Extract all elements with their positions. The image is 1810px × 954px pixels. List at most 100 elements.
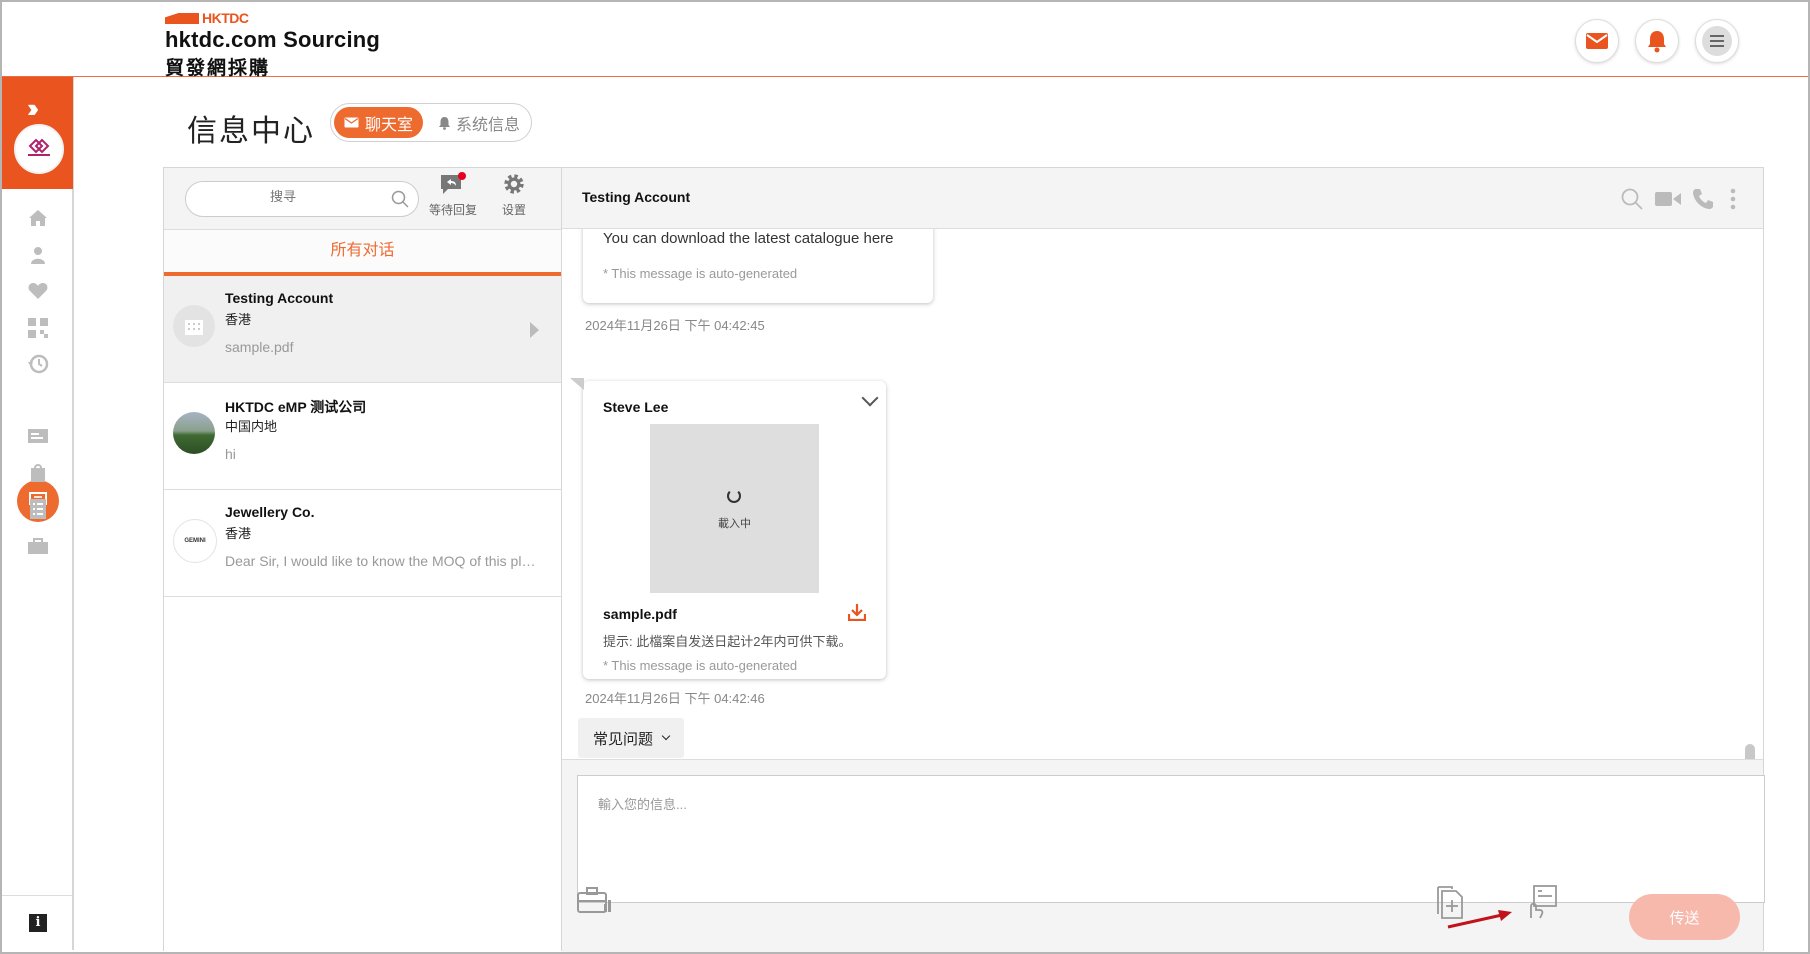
- info-icon: i: [29, 914, 47, 932]
- conversation-location: 中国内地: [225, 419, 278, 434]
- message-composer: 传送: [562, 759, 1765, 952]
- pending-reply-button[interactable]: 等待回复: [425, 172, 481, 228]
- card-icon[interactable]: [27, 425, 49, 447]
- notification-button[interactable]: [1635, 19, 1679, 63]
- message-input[interactable]: [577, 775, 1765, 903]
- message-scrollbar[interactable]: [1745, 237, 1755, 759]
- gear-icon: [504, 174, 524, 194]
- avatar: [173, 305, 215, 347]
- annotation-arrow-icon: [1447, 910, 1512, 929]
- conversation-item[interactable]: GEMINI Jewellery Co. 香港 Dear Sir, I woul…: [164, 490, 561, 597]
- conversation-name: HKTDC eMP 测试公司: [225, 399, 367, 415]
- menu-button[interactable]: [1695, 19, 1739, 63]
- message-timestamp: 2024年11月26日 下午 04:42:45: [585, 318, 765, 333]
- auto-generated-note: * This message is auto-generated: [603, 658, 798, 673]
- tab-system-messages-label: 系统信息: [455, 116, 520, 134]
- video-camera-icon[interactable]: [1655, 191, 1681, 207]
- search-icon[interactable]: [391, 190, 409, 208]
- chevron-down-icon: [661, 731, 671, 741]
- file-message-bubble: Steve Lee 載入中 sample.pdf 提示: 此檔案自发送日起计2年…: [570, 378, 886, 679]
- file-name[interactable]: sample.pdf: [603, 606, 677, 622]
- message-sender: Steve Lee: [603, 399, 669, 415]
- conversation-preview: sample.pdf: [225, 339, 294, 355]
- settings-button[interactable]: 设置: [486, 172, 542, 228]
- message-type-toggle: 聊天室 系统信息: [330, 103, 532, 142]
- top-header: HKTDC hktdc.com Sourcing 貿發網採購: [2, 2, 1808, 80]
- company-avatar[interactable]: [14, 124, 64, 174]
- bell-icon: [438, 116, 450, 130]
- message-bubble: You can download the latest catalogue he…: [583, 229, 933, 303]
- loading-spinner-icon: [727, 489, 741, 503]
- sidebar-header: ›››: [2, 77, 73, 189]
- pending-reply-label: 等待回复: [428, 203, 477, 217]
- search-input[interactable]: [196, 188, 370, 205]
- sign-document-icon[interactable]: [1528, 884, 1558, 920]
- message-timestamp: 2024年11月26日 下午 04:42:46: [585, 691, 765, 706]
- conversation-toolbar: 等待回复 设置: [164, 168, 561, 230]
- left-sidebar: ››› i: [2, 77, 74, 950]
- logo-title: hktdc.com Sourcing: [165, 27, 381, 52]
- chevron-down-icon[interactable]: [861, 389, 879, 407]
- chat-title: Testing Account: [582, 189, 691, 205]
- hktdc-logo[interactable]: HKTDC hktdc.com Sourcing 貿發網採購: [165, 10, 380, 80]
- avatar: [173, 412, 215, 454]
- auto-generated-note: * This message is auto-generated: [603, 266, 798, 281]
- conversation-item[interactable]: HKTDC eMP 测试公司 中国内地 hi: [164, 383, 561, 490]
- phone-icon[interactable]: [1692, 188, 1714, 210]
- home-icon[interactable]: [27, 207, 49, 229]
- bell-icon: [1648, 31, 1666, 53]
- search-icon[interactable]: [1621, 188, 1643, 210]
- logo-small-text: HKTDC: [202, 10, 249, 26]
- tab-all-conversations[interactable]: 所有对话: [164, 230, 561, 276]
- conversation-location: 香港: [225, 526, 252, 541]
- file-preview[interactable]: 載入中: [650, 424, 819, 593]
- conversation-preview: Dear Sir, I would like to know the MOQ o…: [225, 553, 543, 569]
- file-retention-hint: 提示: 此檔案自发送日起计2年内可供下载。: [603, 634, 852, 649]
- chat-panel: Testing Account You can download the lat…: [561, 167, 1765, 952]
- heart-icon[interactable]: [27, 280, 49, 302]
- building-icon: [185, 320, 203, 335]
- logo-swoosh-icon: [165, 13, 199, 24]
- mail-icon: [1586, 33, 1608, 49]
- company-logo-icon: [28, 138, 50, 156]
- faq-label: 常见问题: [592, 730, 653, 748]
- faq-dropdown[interactable]: 常见问题: [578, 718, 684, 758]
- briefcase-icon[interactable]: [27, 535, 49, 557]
- avatar: GEMINI: [173, 519, 217, 563]
- mail-icon: [344, 117, 359, 128]
- tab-chat-room-label: 聊天室: [364, 116, 413, 134]
- conversation-list-panel: 等待回复 设置 所有对话 Testing Account 香港 sample.p…: [163, 167, 562, 951]
- loading-label: 載入中: [718, 518, 751, 530]
- settings-label: 设置: [501, 203, 526, 217]
- conversation-item[interactable]: Testing Account 香港 sample.pdf: [164, 276, 561, 383]
- qr-code-icon[interactable]: [27, 317, 49, 339]
- chat-header: Testing Account: [562, 168, 1763, 229]
- conversation-location: 香港: [225, 312, 252, 327]
- message-area: You can download the latest catalogue he…: [562, 229, 1763, 759]
- conversation-preview: hi: [225, 446, 236, 462]
- download-icon[interactable]: [848, 603, 866, 621]
- list-icon[interactable]: [27, 498, 49, 520]
- history-icon[interactable]: [27, 353, 49, 375]
- scrollbar-thumb[interactable]: [1745, 744, 1755, 759]
- mail-button[interactable]: [1575, 19, 1619, 63]
- conversation-name: Testing Account: [225, 290, 334, 306]
- bag-icon[interactable]: [27, 462, 49, 484]
- search-box: [185, 181, 419, 217]
- double-chevron-right-icon[interactable]: ›››: [27, 93, 39, 124]
- more-vertical-icon[interactable]: [1730, 188, 1736, 210]
- briefcase-chart-icon[interactable]: [577, 886, 613, 914]
- send-button[interactable]: 传送: [1629, 894, 1740, 940]
- logo-subtitle: 貿發網採購: [165, 58, 271, 79]
- info-button[interactable]: i: [2, 895, 73, 950]
- tab-chat-room[interactable]: 聊天室: [334, 107, 423, 138]
- page-title: 信息中心: [187, 115, 315, 148]
- message-text: You can download the latest catalogue he…: [603, 230, 894, 247]
- chevron-right-icon: [530, 322, 539, 338]
- conversation-name: Jewellery Co.: [225, 504, 315, 520]
- pending-reply-icon: [441, 172, 466, 194]
- tab-system-messages[interactable]: 系统信息: [431, 107, 527, 138]
- user-icon[interactable]: [27, 244, 49, 266]
- bubble-tail: [570, 378, 584, 390]
- menu-icon: [1710, 35, 1724, 47]
